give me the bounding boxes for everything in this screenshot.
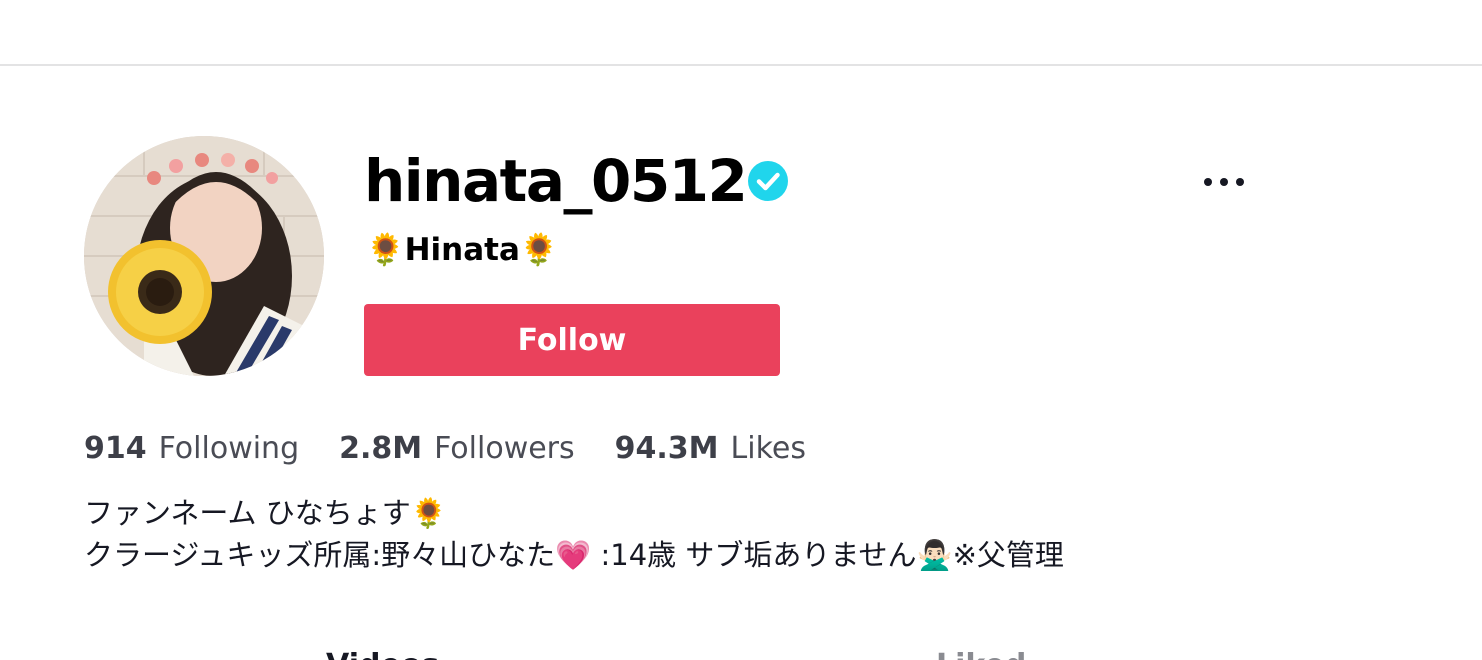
avatar[interactable] bbox=[84, 136, 324, 376]
more-horizontal-icon bbox=[1204, 178, 1212, 186]
follow-button[interactable]: Follow bbox=[364, 304, 780, 376]
profile-bio: ファンネーム ひなちょす🌻 クラージュキッズ所属:野々山ひなた💗 :14歳 サブ… bbox=[84, 492, 1064, 576]
tab-liked[interactable]: Liked bbox=[936, 646, 1026, 660]
followers-stat[interactable]: 2.8M Followers bbox=[339, 426, 575, 472]
likes-label: Likes bbox=[730, 431, 806, 466]
more-dot bbox=[1220, 178, 1228, 186]
profile-stats: 914 Following 2.8M Followers 94.3M Likes bbox=[84, 426, 846, 472]
profile-page: hinata_0512 🌻Hinata🌻 Follow 914 Followin… bbox=[0, 0, 1482, 660]
profile-tabs: Videos Liked bbox=[0, 640, 1482, 660]
followers-count: 2.8M bbox=[339, 431, 423, 466]
following-count: 914 bbox=[84, 431, 147, 466]
display-name: 🌻Hinata🌻 bbox=[366, 232, 559, 268]
likes-stat: 94.3M Likes bbox=[615, 426, 806, 472]
bio-line: クラージュキッズ所属:野々山ひなた💗 :14歳 サブ垢ありません🙅🏻‍♂️※父管… bbox=[84, 538, 1064, 572]
bio-line: ファンネーム ひなちょす🌻 bbox=[84, 496, 447, 530]
more-dot bbox=[1236, 178, 1244, 186]
likes-count: 94.3M bbox=[614, 431, 719, 466]
following-label: Following bbox=[158, 431, 300, 466]
following-stat[interactable]: 914 Following bbox=[84, 426, 299, 472]
more-options-button[interactable] bbox=[1196, 160, 1252, 204]
username: hinata_0512 bbox=[364, 147, 748, 215]
avatar-image bbox=[84, 136, 324, 376]
top-navigation-bar bbox=[0, 0, 1482, 66]
tab-videos[interactable]: Videos bbox=[326, 646, 439, 660]
verified-check-icon bbox=[748, 161, 788, 201]
followers-label: Followers bbox=[434, 431, 575, 466]
